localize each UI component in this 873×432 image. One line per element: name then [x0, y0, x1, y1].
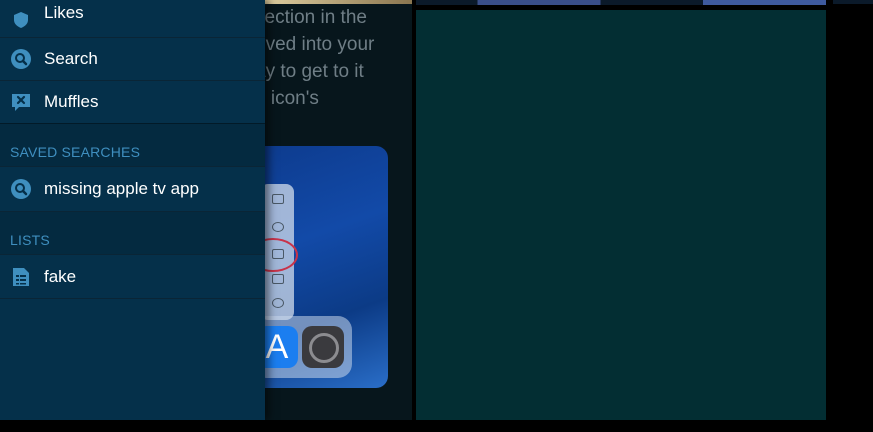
article-line: oved into your	[255, 34, 375, 55]
sidebar-drawer: Likes Search Muffles SAVED SEARCHES miss…	[0, 0, 265, 420]
sidebar-item-label: Search	[44, 49, 98, 68]
article-line: o icon's	[255, 88, 319, 109]
saved-searches-header: SAVED SEARCHES	[0, 124, 265, 167]
lists-header: LISTS	[0, 212, 265, 255]
article-text: section in the oved into your ay to get …	[255, 4, 412, 112]
settings-app-icon	[302, 326, 344, 368]
sidebar-item-label: Likes	[44, 2, 84, 22]
control-glyph	[272, 274, 284, 284]
media-strip	[416, 0, 826, 5]
sidebar-item-muffles[interactable]: Muffles	[0, 81, 265, 124]
media-strip	[833, 0, 873, 4]
list-item-label: fake	[44, 266, 77, 286]
muffle-icon	[10, 91, 32, 113]
heart-icon	[10, 8, 32, 30]
article-line: section in the	[255, 7, 367, 28]
section-header-label: LISTS	[10, 232, 50, 248]
list-icon	[10, 266, 32, 288]
sidebar-item-search[interactable]: Search	[0, 38, 265, 81]
article-line: ay to get to it	[255, 61, 364, 82]
saved-search-item[interactable]: missing apple tv app	[0, 167, 265, 212]
control-glyph	[272, 222, 284, 232]
search-icon	[10, 178, 32, 200]
control-glyph	[272, 298, 284, 308]
control-glyph	[272, 194, 284, 204]
section-header-label: SAVED SEARCHES	[10, 144, 141, 160]
content-panel	[416, 10, 826, 420]
sidebar-item-label: Muffles	[44, 92, 99, 111]
sidebar-item-likes[interactable]: Likes	[0, 0, 265, 38]
list-item-fake[interactable]: fake	[0, 255, 265, 299]
saved-search-label: missing apple tv app	[44, 179, 199, 198]
search-icon	[10, 48, 32, 70]
